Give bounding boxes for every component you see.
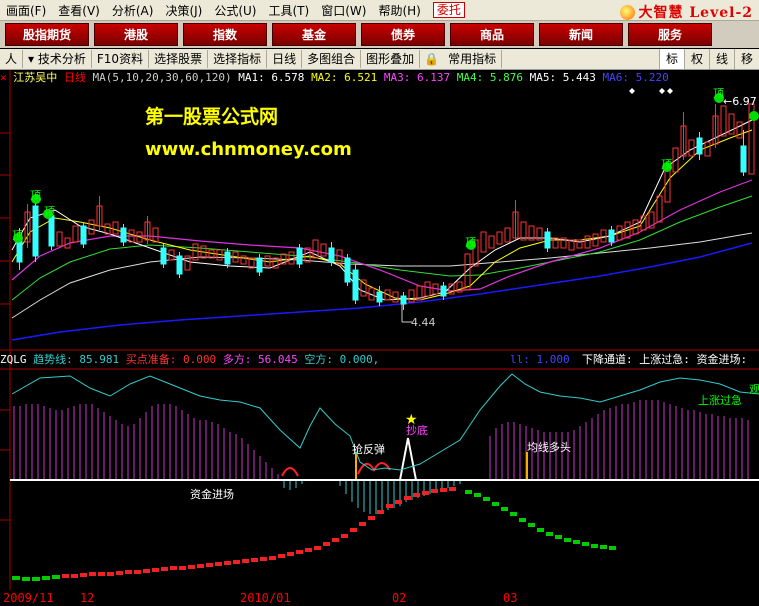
partial-value: ll: 1.000 <box>510 353 570 366</box>
lock-icon[interactable]: 🔒 <box>420 52 443 66</box>
ma1-line <box>11 119 753 301</box>
date-axis: 2009/11 12 2010/01 02 03 <box>0 590 759 606</box>
nav-funds[interactable]: 基金 <box>272 23 356 46</box>
toolbar-f10[interactable]: F10资料 <box>92 50 150 68</box>
period-label: 日线 <box>63 71 86 84</box>
fund-flow-dots <box>12 487 616 581</box>
indicator-name: ZQLG <box>0 353 27 366</box>
low-price-label: 4.44 <box>411 316 436 329</box>
top-signal-label-1: 顶 <box>30 189 41 202</box>
date-label-1: 2009/11 <box>3 591 54 605</box>
nav-hk-stocks[interactable]: 港股 <box>94 23 178 46</box>
bottom-spike <box>399 437 417 481</box>
nav-index-futures[interactable]: 股指期货 <box>5 23 89 46</box>
ma2-value: MA2: 6.521 <box>311 71 378 84</box>
rebound-label: 抢反弹 <box>352 443 385 456</box>
menu-formula[interactable]: 公式(U) <box>208 2 262 19</box>
top-signal-label-6: 顶 <box>713 87 724 100</box>
price-info-line: ✕ 江苏吴中 日线 MA(5,10,20,30,60,120) MA1: 6.5… <box>0 70 759 86</box>
ma5-value: MA5: 5.443 <box>529 71 596 84</box>
menu-tools[interactable]: 工具(T) <box>263 2 316 19</box>
ma4-line <box>11 195 753 301</box>
toolbar-right-group: 标 权 线 移 <box>659 49 759 69</box>
dropdown-arrow-icon: ▾ <box>28 52 35 66</box>
fund-in-label: 资金进场 <box>190 488 234 501</box>
right-cut-label: 观 <box>749 383 759 396</box>
nav-bonds[interactable]: 债券 <box>361 23 445 46</box>
toolbar-rights[interactable]: 权 <box>684 49 709 69</box>
bull-value: 多方: 56.045 <box>222 353 298 366</box>
top-signal-label-5: 顶 <box>661 158 672 171</box>
chart-toolbar: 人 ▾ 技术分析 F10资料 选择股票 选择指标 日线 多图组合 图形叠加 🔒 … <box>0 49 759 70</box>
menu-help[interactable]: 帮助(H) <box>372 2 426 19</box>
toolbar-line[interactable]: 线 <box>709 49 734 69</box>
toolbar-select-indicator[interactable]: 选择指标 <box>208 50 268 68</box>
trend-line <box>11 373 759 471</box>
high-price-label: ←6.97 <box>723 95 757 108</box>
menu-view[interactable]: 查看(V) <box>52 2 106 19</box>
menu-analysis[interactable]: 分析(A) <box>106 2 160 19</box>
trend-value: 趋势线: 85.981 <box>33 353 120 366</box>
kline-chart[interactable]: ★ <box>0 70 759 590</box>
date-label-3: 2010/01 <box>240 591 291 605</box>
toolbar-technical-analysis-label: 技术分析 <box>37 52 86 66</box>
channel-values: 下降通道: 上涨过急: 资金进场: <box>582 353 748 366</box>
toolbar-common-indicators[interactable]: 常用指标 <box>443 50 503 68</box>
ma3-value: MA3: 6.137 <box>383 71 451 84</box>
buy-ready-value: 买点准备: 0.000 <box>125 353 217 366</box>
date-label-2: 12 <box>80 591 95 605</box>
nav-news[interactable]: 新闻 <box>539 23 623 46</box>
toolbar-move[interactable]: 移 <box>734 49 759 69</box>
event-markers <box>629 88 673 94</box>
bear-value: 空方: 0.000, <box>304 353 380 366</box>
watermark-title: 第一股票公式网 <box>145 106 279 128</box>
brand-name: 大智慧 Level-2 <box>638 5 753 21</box>
top-signal-label-2: 顶 <box>44 205 55 218</box>
ma-params: MA(5,10,20,30,60,120) <box>92 71 232 84</box>
toolbar-multi-chart[interactable]: 多图组合 <box>302 50 362 68</box>
trade-button[interactable]: 委托 <box>432 2 465 18</box>
toolbar-cut-item[interactable]: 人 <box>0 50 24 68</box>
bottom-label: 抄底 <box>406 424 428 437</box>
bear-histogram <box>283 480 461 514</box>
date-label-4: 02 <box>392 591 407 605</box>
toolbar-overlay[interactable]: 图形叠加 <box>361 50 421 68</box>
menu-decision[interactable]: 决策(J) <box>159 2 208 19</box>
ma2-line <box>11 129 753 301</box>
watermark-url: www.chnmoney.com <box>145 139 352 160</box>
ma6-value: MA6: 5.220 <box>602 71 669 84</box>
toolbar-mark[interactable]: 标 <box>659 49 684 69</box>
indicator-info-line: ZQLG 趋势线: 85.981 买点准备: 0.000 多方: 56.045 … <box>0 352 759 368</box>
nav-services[interactable]: 服务 <box>628 23 712 46</box>
top-signal-dots <box>13 93 759 250</box>
menu-screen[interactable]: 画面(F) <box>0 2 52 19</box>
menu-window[interactable]: 窗口(W) <box>315 2 372 19</box>
date-label-5: 03 <box>503 591 518 605</box>
toolbar-technical-analysis[interactable]: ▾ 技术分析 <box>23 50 92 68</box>
bull-histogram <box>13 400 749 480</box>
brand-logo-icon <box>620 4 636 20</box>
menu-bar: 画面(F) 查看(V) 分析(A) 决策(J) 公式(U) 工具(T) 窗口(W… <box>0 0 759 21</box>
quick-nav-bar: 股指期货 港股 指数 基金 债券 商品 新闻 服务 <box>0 21 759 48</box>
axis-ticks <box>0 132 10 521</box>
surge-label: 上涨过急 <box>698 394 742 407</box>
red-bump-1 <box>281 467 299 477</box>
top-signal-label-3: 顶 <box>12 229 23 242</box>
brand: 大智慧 Level-2 <box>620 2 753 22</box>
top-signal-label-4: 顶 <box>465 236 476 249</box>
ma4-value: MA4: 5.876 <box>456 71 524 84</box>
cross-icon: ✕ <box>0 71 7 84</box>
candlesticks <box>16 103 755 310</box>
nav-commodities[interactable]: 商品 <box>450 23 534 46</box>
nav-index[interactable]: 指数 <box>183 23 267 46</box>
toolbar-daily[interactable]: 日线 <box>267 50 303 68</box>
toolbar-select-stock[interactable]: 选择股票 <box>149 50 209 68</box>
ma1-value: MA1: 6.578 <box>238 71 305 84</box>
stock-name: 江苏吴中 <box>13 71 58 84</box>
ma-bull-label: 均线多头 <box>527 441 571 454</box>
